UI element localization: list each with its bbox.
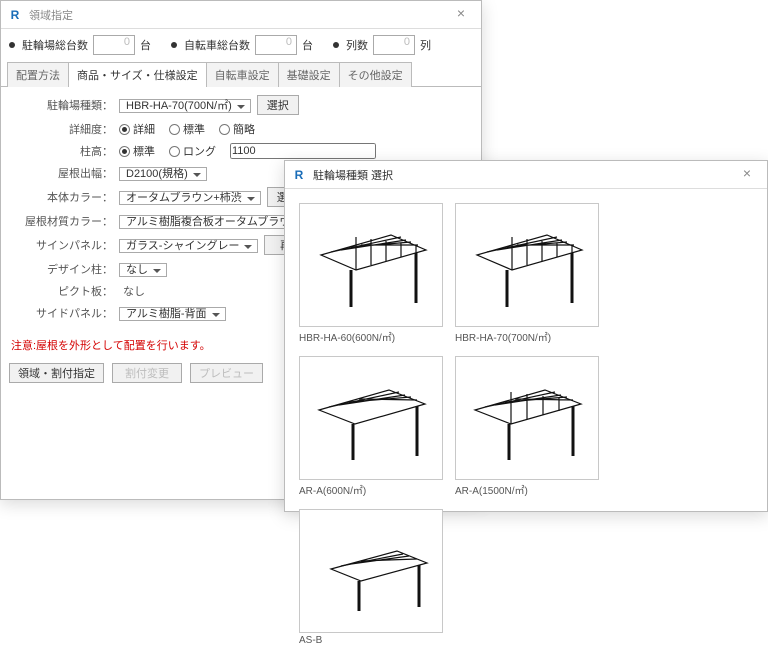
close-icon[interactable]: × bbox=[733, 165, 761, 185]
product-caption: HBR-HA-70(700N/㎡) bbox=[455, 329, 599, 344]
detail-radio-simple[interactable]: 簡略 bbox=[219, 121, 255, 137]
tab-bike[interactable]: 自転車設定 bbox=[206, 62, 279, 87]
detail-radios: 詳細 標準 簡略 bbox=[119, 121, 471, 137]
post-radio-long[interactable]: ロング bbox=[169, 143, 216, 159]
unit: 台 bbox=[302, 37, 313, 53]
unit: 台 bbox=[140, 37, 151, 53]
area-assign-button[interactable]: 領域・割付指定 bbox=[9, 363, 104, 383]
titlebar: R 領域指定 × bbox=[1, 1, 481, 29]
roof-select[interactable]: D2100(規格) bbox=[119, 167, 207, 181]
product-thumb bbox=[299, 203, 443, 327]
preview-button[interactable]: プレビュー bbox=[190, 363, 263, 383]
kind-label: 駐輪場種類： bbox=[11, 97, 119, 113]
total-parking-value: 0 bbox=[93, 35, 135, 55]
summary-row: 駐輪場総台数 0 台 自転車総台数 0 台 列数 0 列 bbox=[1, 29, 481, 61]
rows-value: 0 bbox=[373, 35, 415, 55]
sign-select[interactable]: ガラス-シャイングレー bbox=[119, 239, 258, 253]
detail-radio-standard[interactable]: 標準 bbox=[169, 121, 205, 137]
app-logo-icon: R bbox=[7, 7, 23, 23]
product-caption: AR-A(600N/㎡) bbox=[299, 482, 443, 497]
product-card[interactable]: AS-B bbox=[299, 509, 443, 646]
side-select[interactable]: アルミ樹脂-背面 bbox=[119, 307, 226, 321]
kind-select[interactable]: HBR-HA-70(700N/㎡) bbox=[119, 99, 251, 113]
design-select[interactable]: なし bbox=[119, 263, 167, 277]
bullet-icon bbox=[171, 42, 177, 48]
sign-label: サインパネル： bbox=[11, 237, 119, 253]
product-card[interactable]: HBR-HA-70(700N/㎡) bbox=[455, 203, 599, 344]
product-card[interactable]: AR-A(600N/㎡) bbox=[299, 356, 443, 497]
mat-color-label: 屋根材質カラー： bbox=[11, 213, 119, 229]
close-icon[interactable]: × bbox=[447, 5, 475, 25]
product-thumb bbox=[455, 203, 599, 327]
side-label: サイドパネル： bbox=[11, 305, 119, 321]
body-color-label: 本体カラー： bbox=[11, 189, 119, 205]
tab-product[interactable]: 商品・サイズ・仕様設定 bbox=[68, 62, 207, 87]
total-bike-label: 自転車総台数 bbox=[184, 37, 250, 53]
tab-placement[interactable]: 配置方法 bbox=[7, 62, 69, 87]
picto-label: ピクト板： bbox=[11, 283, 119, 299]
detail-label: 詳細度： bbox=[11, 121, 119, 137]
bullet-icon bbox=[333, 42, 339, 48]
tab-foundation[interactable]: 基礎設定 bbox=[278, 62, 340, 87]
total-parking-label: 駐輪場総台数 bbox=[22, 37, 88, 53]
titlebar: R 駐輪場種類 選択 × bbox=[285, 161, 767, 189]
post-label: 柱高： bbox=[11, 143, 119, 159]
product-thumb bbox=[299, 356, 443, 480]
product-caption: HBR-HA-60(600N/㎡) bbox=[299, 329, 443, 344]
roof-label: 屋根出幅： bbox=[11, 165, 119, 181]
detail-radio-detailed[interactable]: 詳細 bbox=[119, 121, 155, 137]
post-radio-standard[interactable]: 標準 bbox=[119, 143, 155, 159]
body-color-select[interactable]: オータムブラウン+柿渋 bbox=[119, 191, 261, 205]
tab-other[interactable]: その他設定 bbox=[339, 62, 412, 87]
post-height-input[interactable] bbox=[230, 143, 376, 159]
picto-value: なし bbox=[119, 283, 145, 299]
app-logo-icon: R bbox=[291, 167, 307, 183]
product-caption: AS-B bbox=[299, 635, 443, 646]
assign-change-button[interactable]: 割付変更 bbox=[112, 363, 182, 383]
unit: 列 bbox=[420, 37, 431, 53]
window-title: 駐輪場種類 選択 bbox=[313, 167, 733, 183]
kind-select-button[interactable]: 選択 bbox=[257, 95, 299, 115]
product-caption: AR-A(1500N/㎡) bbox=[455, 482, 599, 497]
window-title: 領域指定 bbox=[29, 7, 447, 23]
design-label: デザイン柱： bbox=[11, 261, 119, 277]
selection-window: R 駐輪場種類 選択 × HBR-HA-60(600N/㎡) HBR-HA-70… bbox=[284, 160, 768, 512]
total-bike-value: 0 bbox=[255, 35, 297, 55]
rows-label: 列数 bbox=[346, 37, 368, 53]
tabs: 配置方法 商品・サイズ・仕様設定 自転車設定 基礎設定 その他設定 bbox=[1, 61, 481, 86]
product-card[interactable]: HBR-HA-60(600N/㎡) bbox=[299, 203, 443, 344]
product-thumb bbox=[455, 356, 599, 480]
product-grid: HBR-HA-60(600N/㎡) HBR-HA-70(700N/㎡) AR-A… bbox=[285, 189, 767, 660]
bullet-icon bbox=[9, 42, 15, 48]
product-card[interactable]: AR-A(1500N/㎡) bbox=[455, 356, 599, 497]
product-thumb bbox=[299, 509, 443, 633]
